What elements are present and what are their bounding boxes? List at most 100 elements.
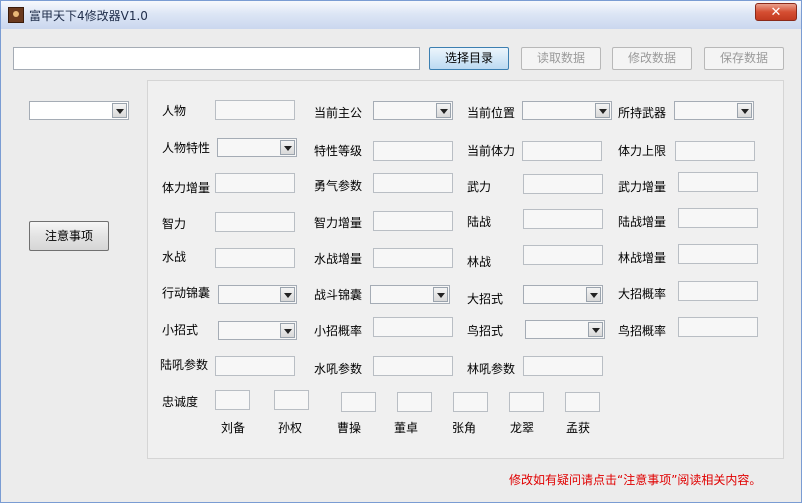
chevron-down-icon[interactable] (595, 103, 610, 118)
path-input[interactable] (13, 47, 420, 70)
trait-level-field[interactable] (373, 141, 453, 161)
loyalty-name: 孟获 (566, 421, 591, 435)
label-intel-inc: 智力增量 (314, 216, 363, 230)
chevron-down-icon[interactable] (586, 287, 601, 302)
label-current-location: 当前位置 (467, 106, 516, 120)
label-forest-battle-inc: 林战增量 (618, 251, 667, 265)
force-inc-field[interactable] (678, 172, 758, 192)
water-battle-inc-field[interactable] (373, 248, 453, 268)
loyalty-name: 刘备 (221, 421, 246, 435)
label-weapon: 所持武器 (618, 106, 667, 120)
select-directory-button[interactable]: 选择目录 (429, 47, 509, 70)
label-intel: 智力 (162, 217, 187, 231)
chevron-down-icon[interactable] (737, 103, 752, 118)
label-force-inc: 武力增量 (618, 180, 667, 194)
loyalty-field-caocao[interactable] (341, 392, 376, 412)
current-location-dropdown[interactable] (522, 101, 612, 120)
bird-move-dropdown[interactable] (525, 320, 605, 339)
chevron-down-icon[interactable] (280, 287, 295, 302)
label-stamina-inc: 体力增量 (162, 181, 211, 195)
label-loyalty: 忠诚度 (162, 395, 199, 409)
label-character: 人物 (162, 104, 187, 118)
water-roar-field[interactable] (373, 356, 453, 376)
label-land-battle-inc: 陆战增量 (618, 215, 667, 229)
label-char-trait: 人物特性 (162, 141, 211, 155)
big-move-rate-field[interactable] (678, 281, 758, 301)
loyalty-name: 董卓 (394, 421, 419, 435)
land-battle-field[interactable] (523, 209, 603, 229)
current-lord-dropdown[interactable] (373, 101, 453, 120)
loyalty-name: 曹操 (337, 421, 362, 435)
small-move-dropdown[interactable] (218, 321, 297, 340)
chevron-down-icon[interactable] (280, 140, 295, 155)
chevron-down-icon[interactable] (436, 103, 451, 118)
loyalty-name: 龙翠 (510, 421, 535, 435)
label-water-battle: 水战 (162, 250, 187, 264)
loyalty-name: 张角 (452, 421, 477, 435)
label-bird-move: 鸟招式 (467, 324, 504, 338)
close-button[interactable]: ✕ (755, 3, 797, 21)
land-roar-field[interactable] (215, 356, 295, 376)
notice-button[interactable]: 注意事项 (29, 221, 109, 251)
character-field[interactable] (215, 100, 295, 120)
label-courage: 勇气参数 (314, 179, 363, 193)
label-stamina-max: 体力上限 (618, 144, 667, 158)
label-water-roar: 水吼参数 (314, 362, 363, 376)
label-land-roar: 陆吼参数 (160, 358, 209, 372)
loyalty-field-liubei[interactable] (215, 390, 250, 410)
window-title: 富甲天下4修改器V1.0 (29, 9, 148, 23)
footer-notice: 修改如有疑问请点击“注意事项”阅读相关内容。 (509, 473, 762, 487)
edit-panel: 人物 当前主公 当前位置 所持武器 人物特性 特性等级 当前体力 体力上限 体力… (147, 80, 784, 459)
big-move-dropdown[interactable] (523, 285, 603, 304)
loyalty-field-zhangjiao[interactable] (453, 392, 488, 412)
weapon-dropdown[interactable] (674, 101, 754, 120)
label-land-battle: 陆战 (467, 215, 492, 229)
bird-move-rate-field[interactable] (678, 317, 758, 337)
loyalty-field-sunquan[interactable] (274, 390, 309, 410)
label-big-move-rate: 大招概率 (618, 287, 667, 301)
save-data-button[interactable]: 保存数据 (704, 47, 784, 70)
label-action-bag: 行动锦囊 (162, 286, 211, 300)
char-trait-dropdown[interactable] (217, 138, 297, 157)
client-area: 选择目录 读取数据 修改数据 保存数据 注意事项 人物 当前主公 当前位置 所持… (1, 29, 801, 502)
modify-data-button[interactable]: 修改数据 (612, 47, 692, 70)
chevron-down-icon[interactable] (280, 323, 295, 338)
courage-field[interactable] (373, 173, 453, 193)
label-water-battle-inc: 水战增量 (314, 252, 363, 266)
action-bag-dropdown[interactable] (218, 285, 297, 304)
intel-inc-field[interactable] (373, 211, 453, 231)
stamina-max-field[interactable] (675, 141, 755, 161)
read-data-button[interactable]: 读取数据 (521, 47, 601, 70)
forest-battle-inc-field[interactable] (678, 244, 758, 264)
battle-bag-dropdown[interactable] (370, 285, 450, 304)
label-force: 武力 (467, 180, 492, 194)
loyalty-field-dongzhuo[interactable] (397, 392, 432, 412)
small-move-rate-field[interactable] (373, 317, 453, 337)
label-small-move-rate: 小招概率 (314, 324, 363, 338)
loyalty-field-menghuo[interactable] (565, 392, 600, 412)
loyalty-name: 孙权 (278, 421, 303, 435)
label-forest-battle: 林战 (467, 255, 492, 269)
app-icon (8, 7, 24, 23)
land-battle-inc-field[interactable] (678, 208, 758, 228)
water-battle-field[interactable] (215, 248, 295, 268)
force-field[interactable] (523, 174, 603, 194)
chevron-down-icon[interactable] (588, 322, 603, 337)
label-current-lord: 当前主公 (314, 106, 363, 120)
label-trait-level: 特性等级 (314, 144, 363, 158)
forest-roar-field[interactable] (523, 356, 603, 376)
forest-battle-field[interactable] (523, 245, 603, 265)
stamina-inc-field[interactable] (215, 173, 295, 193)
app-window: 富甲天下4修改器V1.0 ✕ 选择目录 读取数据 修改数据 保存数据 注意事项 … (0, 0, 802, 503)
loyalty-field-longcui[interactable] (509, 392, 544, 412)
chevron-down-icon[interactable] (112, 103, 127, 118)
label-big-move: 大招式 (467, 292, 504, 306)
title-bar: 富甲天下4修改器V1.0 ✕ (1, 1, 801, 30)
intel-field[interactable] (215, 212, 295, 232)
save-slot-dropdown[interactable] (29, 101, 129, 120)
label-battle-bag: 战斗锦囊 (314, 288, 363, 302)
current-stamina-field[interactable] (522, 141, 602, 161)
label-forest-roar: 林吼参数 (467, 362, 516, 376)
chevron-down-icon[interactable] (433, 287, 448, 302)
label-current-stamina: 当前体力 (467, 144, 516, 158)
